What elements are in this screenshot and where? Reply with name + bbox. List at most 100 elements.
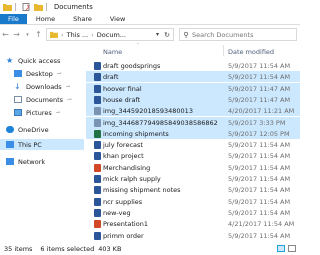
address-dropdown-icon[interactable]: ▾ <box>156 31 159 38</box>
nav-label: Documents <box>26 95 64 104</box>
file-name: primm order <box>103 231 144 240</box>
refresh-icon[interactable]: ↻ <box>164 31 170 39</box>
new-folder-icon[interactable] <box>34 3 43 11</box>
file-row[interactable]: primm order 5/9/2017 11:54 AM <box>86 230 300 241</box>
status-size: 403 KB <box>98 245 122 253</box>
pin-icon: ⊸ <box>67 96 72 103</box>
nav-label: This PC <box>18 140 42 149</box>
file-date-modified: 4/20/2017 11:21 AM <box>228 107 295 116</box>
star-icon: ★ <box>6 56 14 65</box>
file-row[interactable]: draft 5/9/2017 11:54 AM <box>86 71 300 83</box>
back-button[interactable]: ← <box>0 30 11 39</box>
nav-label: Quick access <box>18 56 61 65</box>
img-file-icon <box>94 107 101 116</box>
folder-icon <box>3 4 12 11</box>
computer-icon <box>6 141 14 148</box>
address-row: ← → ▾ ↑ › This ... › Docum... ▾ ↻ ⚲ <box>0 26 300 43</box>
breadcrumb-documents[interactable]: Docum... <box>97 31 126 39</box>
navigation-pane: ★ Quick access Desktop ⊸ ↓ Downloads ⊸ D… <box>0 43 84 243</box>
file-row[interactable]: Merchandising 5/9/2017 11:54 AM <box>86 162 300 173</box>
file-row[interactable]: incoming shipments 5/9/2017 12:05 PM <box>86 127 300 139</box>
status-bar: 35 items 6 items selected 403 KB <box>0 243 300 255</box>
folder-icon <box>50 31 58 38</box>
column-name[interactable]: Name <box>103 48 122 56</box>
file-row[interactable]: img_344592018593480013 4/20/2017 11:21 AM <box>86 105 300 117</box>
pictures-icon <box>14 109 22 116</box>
nav-onedrive[interactable]: OneDrive <box>6 124 49 135</box>
nav-pictures[interactable]: Pictures ⊸ <box>14 107 60 118</box>
network-icon <box>6 158 14 165</box>
title-bar: Documents <box>0 0 300 14</box>
file-date-modified: 5/9/2017 11:54 AM <box>228 73 291 82</box>
forward-button[interactable]: → <box>11 30 22 39</box>
file-date-modified: 5/9/2017 11:54 AM <box>228 152 291 161</box>
details-view-icon[interactable] <box>277 245 285 252</box>
xls-file-icon <box>94 129 101 138</box>
search-box[interactable]: ⚲ <box>179 28 297 41</box>
ribbon-tabs: File Home Share View <box>0 14 300 25</box>
file-name: draft <box>103 73 119 82</box>
status-selection: 6 items selected <box>40 245 95 253</box>
file-row[interactable]: mick ralph supply 5/9/2017 11:54 AM <box>86 173 300 184</box>
file-date-modified: 5/9/2017 11:54 AM <box>228 62 291 70</box>
file-name: incoming shipments <box>103 129 169 138</box>
cloud-icon <box>6 126 14 133</box>
column-divider[interactable] <box>223 45 224 56</box>
tab-home[interactable]: Home <box>27 14 64 24</box>
file-row[interactable]: Presentation1 4/21/2017 11:54 AM <box>86 218 300 229</box>
file-date-modified: 5/9/2017 11:47 AM <box>228 95 291 104</box>
search-icon: ⚲ <box>183 30 189 39</box>
nav-this-pc[interactable]: This PC <box>0 139 84 150</box>
search-input[interactable] <box>192 30 292 39</box>
download-icon: ↓ <box>14 82 21 91</box>
file-name: missing shipment notes <box>103 186 181 195</box>
title-separator <box>46 3 47 11</box>
up-button[interactable]: ↑ <box>33 30 44 39</box>
file-row[interactable]: ncr supplies 5/9/2017 11:54 AM <box>86 196 300 207</box>
file-row[interactable]: new-veg 5/9/2017 11:54 AM <box>86 207 300 218</box>
window-title: Documents <box>54 3 93 11</box>
file-name: july forecast <box>103 141 143 150</box>
column-date-modified[interactable]: Date modified <box>228 48 274 56</box>
file-row[interactable]: missing shipment notes 5/9/2017 11:54 AM <box>86 184 300 195</box>
doc-file-icon <box>94 152 101 161</box>
file-name: new-veg <box>103 208 131 217</box>
doc-file-icon <box>94 84 101 93</box>
address-bar[interactable]: › This ... › Docum... ▾ ↻ <box>46 28 174 41</box>
file-name: img_344687794985849038586862 <box>103 118 218 127</box>
file-date-modified: 5/9/2017 11:54 AM <box>228 208 291 217</box>
breadcrumb-this-pc[interactable]: This ... <box>67 31 89 39</box>
tab-view[interactable]: View <box>101 14 134 24</box>
file-row[interactable]: img_344687794985849038586862 5/9/2017 3:3… <box>86 116 300 128</box>
tab-file[interactable]: File <box>0 14 27 24</box>
pin-icon: ⊸ <box>65 83 71 90</box>
file-row[interactable]: hoover final 5/9/2017 11:47 AM <box>86 82 300 94</box>
column-header-row: ⌃ Name Date modified <box>86 43 300 57</box>
properties-icon[interactable] <box>22 3 31 11</box>
doc-file-icon <box>94 73 101 82</box>
file-row[interactable]: khan project 5/9/2017 11:54 AM <box>86 150 300 161</box>
file-name: Presentation1 <box>103 220 148 229</box>
tab-share[interactable]: Share <box>64 14 101 24</box>
large-icons-view-icon[interactable] <box>288 245 296 252</box>
nav-desktop[interactable]: Desktop ⊸ <box>14 68 61 79</box>
file-date-modified: 5/9/2017 3:33 PM <box>228 118 286 127</box>
nav-label: Network <box>18 157 46 166</box>
nav-label: OneDrive <box>18 125 49 134</box>
file-date-modified: 5/9/2017 11:54 AM <box>228 186 291 195</box>
doc-file-icon <box>94 141 101 150</box>
file-row[interactable]: july forecast 5/9/2017 11:54 AM <box>86 139 300 150</box>
doc-file-icon <box>94 62 101 70</box>
nav-quick-access[interactable]: ★ Quick access <box>6 55 60 66</box>
doc-file-icon <box>94 208 101 217</box>
recent-locations-button[interactable]: ▾ <box>22 32 33 38</box>
file-row[interactable]: draft goodsprings 5/9/2017 11:54 AM <box>86 60 300 71</box>
nav-label: Desktop <box>26 69 53 78</box>
nav-downloads[interactable]: ↓ Downloads ⊸ <box>14 81 70 92</box>
nav-documents[interactable]: Documents ⊸ <box>14 94 72 105</box>
file-name: img_344592018593480013 <box>103 107 193 116</box>
file-row[interactable]: house draft 5/9/2017 11:47 AM <box>86 93 300 105</box>
ppt-file-icon <box>94 220 101 229</box>
nav-network[interactable]: Network <box>6 156 45 167</box>
file-name: Merchandising <box>103 163 151 172</box>
